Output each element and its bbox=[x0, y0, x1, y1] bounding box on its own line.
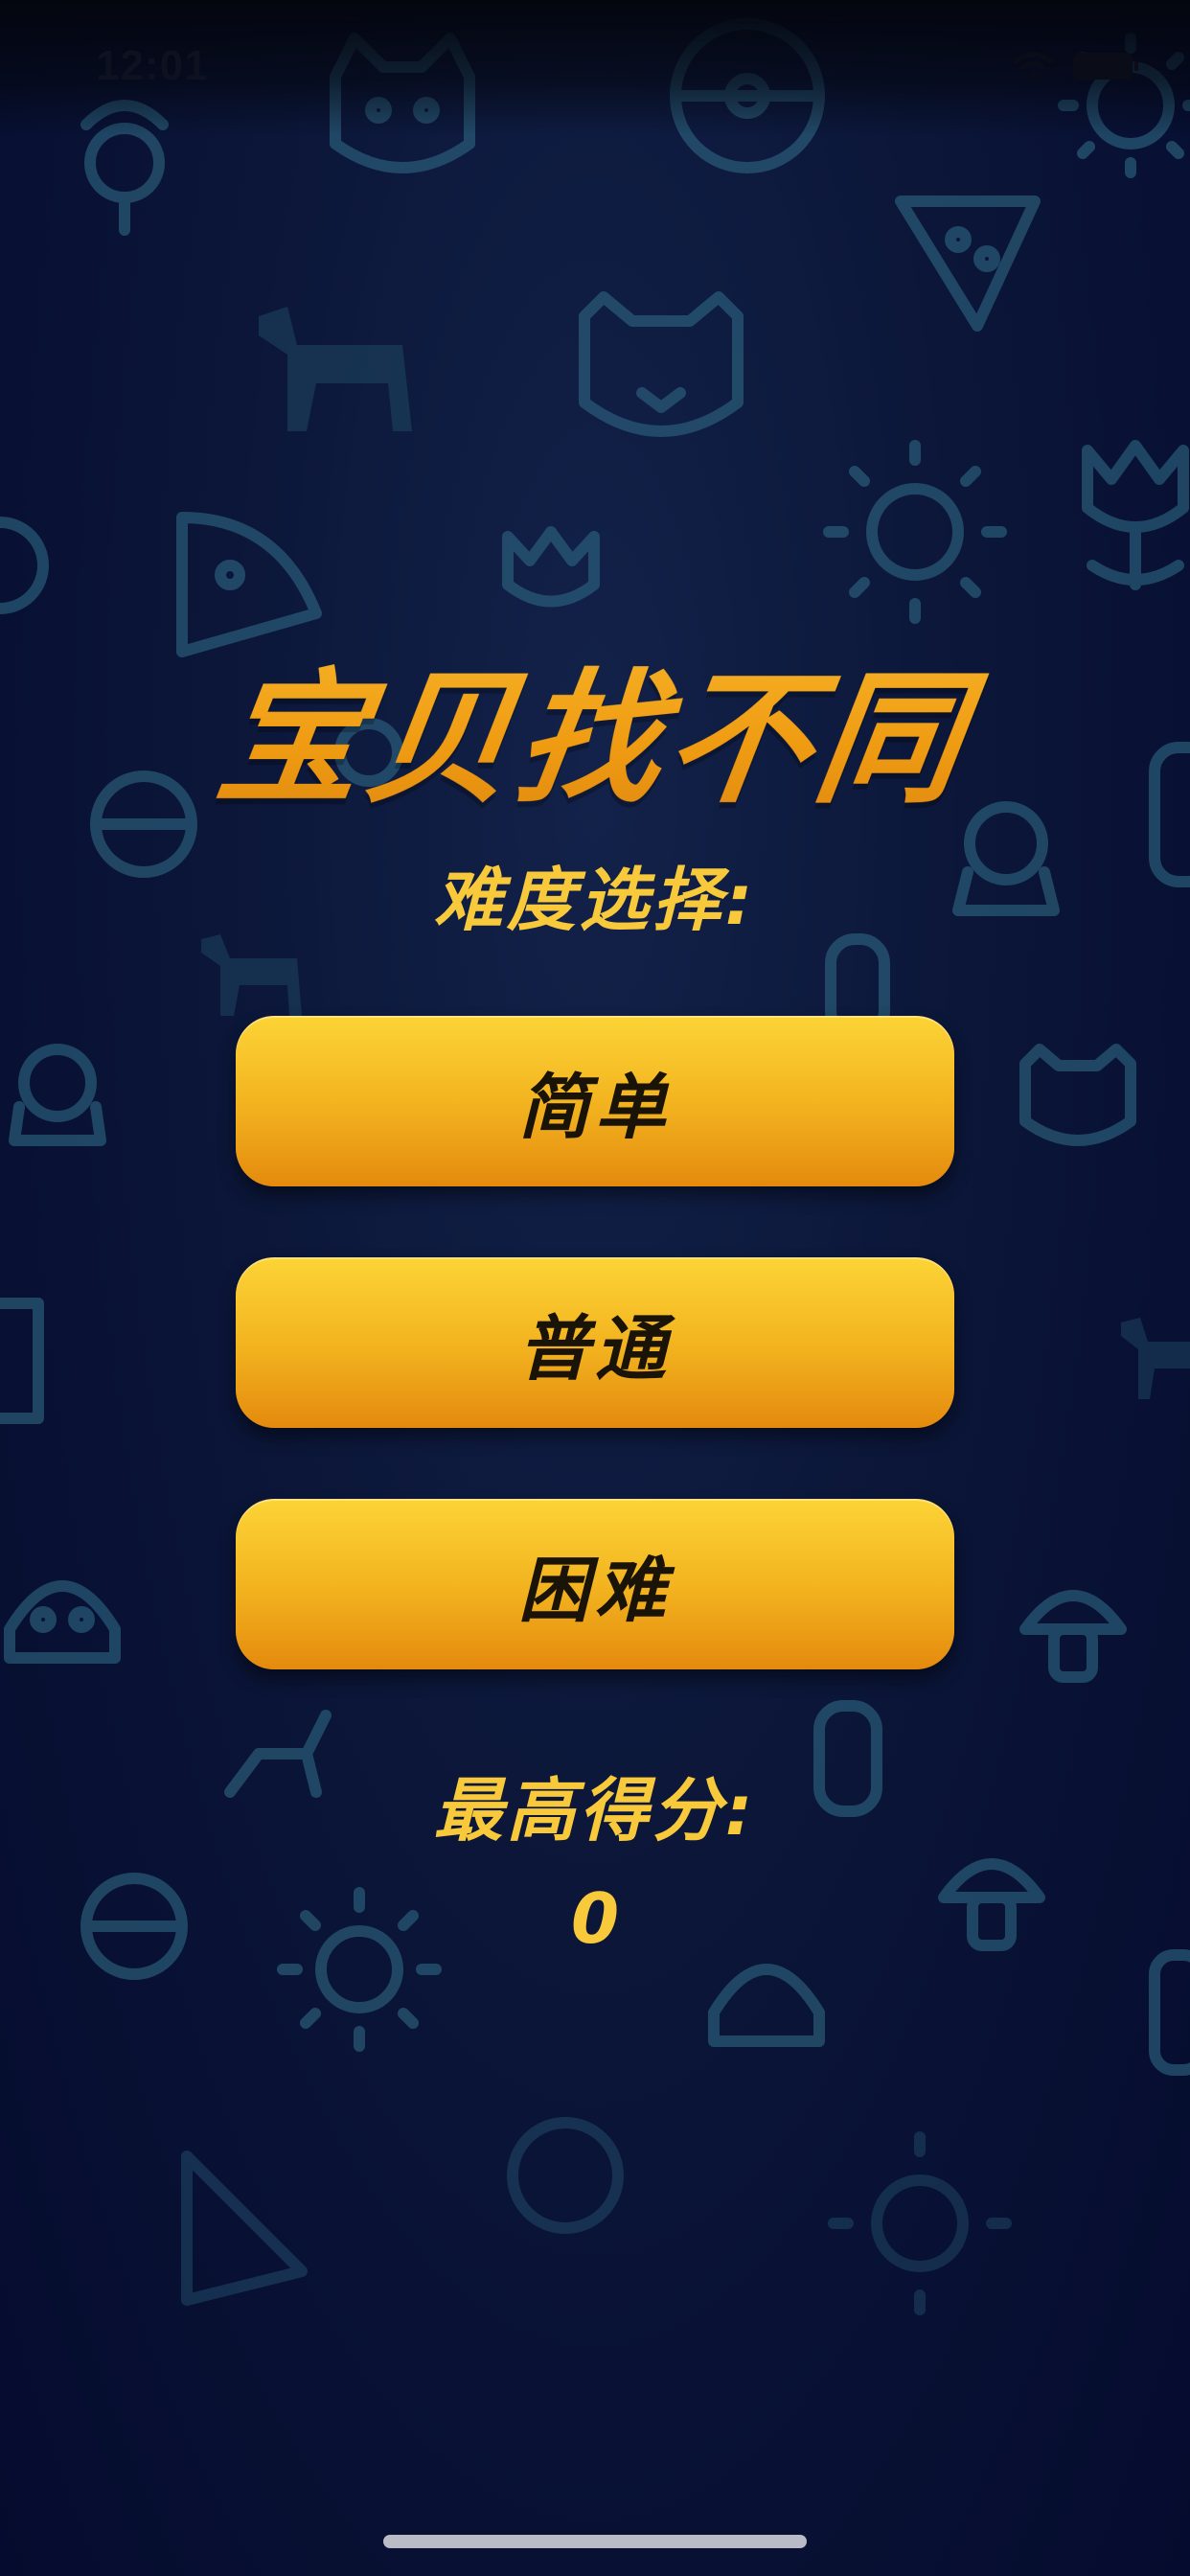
game-menu-screen: 12:01 宝贝找不同 难度选择: 简单 普通 困难 最高得分: 0 bbox=[0, 0, 1190, 2576]
best-score-value: 0 bbox=[570, 1878, 620, 1959]
tiger-icon bbox=[1019, 1044, 1136, 1146]
tulip-icon bbox=[502, 526, 600, 608]
horse-icon bbox=[1121, 1318, 1190, 1399]
status-time: 12:01 bbox=[96, 42, 209, 89]
difficulty-label: 难度选择: bbox=[433, 860, 757, 940]
easy-button[interactable]: 简单 bbox=[236, 1016, 954, 1186]
battery-icon bbox=[1073, 53, 1138, 80]
game-title: 宝贝找不同 bbox=[0, 623, 1190, 831]
crab-icon bbox=[4, 1580, 121, 1664]
hard-button-label: 困难 bbox=[518, 1549, 672, 1632]
pizza-icon bbox=[181, 2150, 308, 2306]
wifi-icon bbox=[1014, 52, 1052, 80]
mushroom-icon bbox=[1019, 1590, 1127, 1683]
pizza-icon bbox=[895, 196, 1041, 332]
horse-icon bbox=[201, 934, 302, 1016]
robot-icon bbox=[0, 1298, 44, 1424]
crab-icon bbox=[708, 1964, 825, 2047]
sun-icon bbox=[828, 2131, 1012, 2315]
best-score-label: 最高得分: bbox=[433, 1770, 757, 1851]
status-icons bbox=[1014, 52, 1138, 80]
sun-icon bbox=[823, 440, 1007, 624]
status-bar: 12:01 bbox=[0, 0, 1190, 134]
hard-button[interactable]: 困难 bbox=[236, 1499, 954, 1669]
robot-icon bbox=[9, 1044, 106, 1146]
normal-button[interactable]: 普通 bbox=[236, 1257, 954, 1428]
ball-icon bbox=[0, 517, 49, 614]
robot-icon bbox=[507, 2117, 624, 2234]
horse-icon bbox=[259, 307, 412, 431]
tiger-icon bbox=[579, 291, 744, 437]
bottle-icon bbox=[1149, 1949, 1190, 2076]
easy-button-label: 简单 bbox=[518, 1066, 672, 1149]
tulip-icon bbox=[1082, 440, 1189, 590]
normal-button-label: 普通 bbox=[518, 1307, 672, 1391]
home-indicator[interactable] bbox=[383, 2535, 807, 2548]
